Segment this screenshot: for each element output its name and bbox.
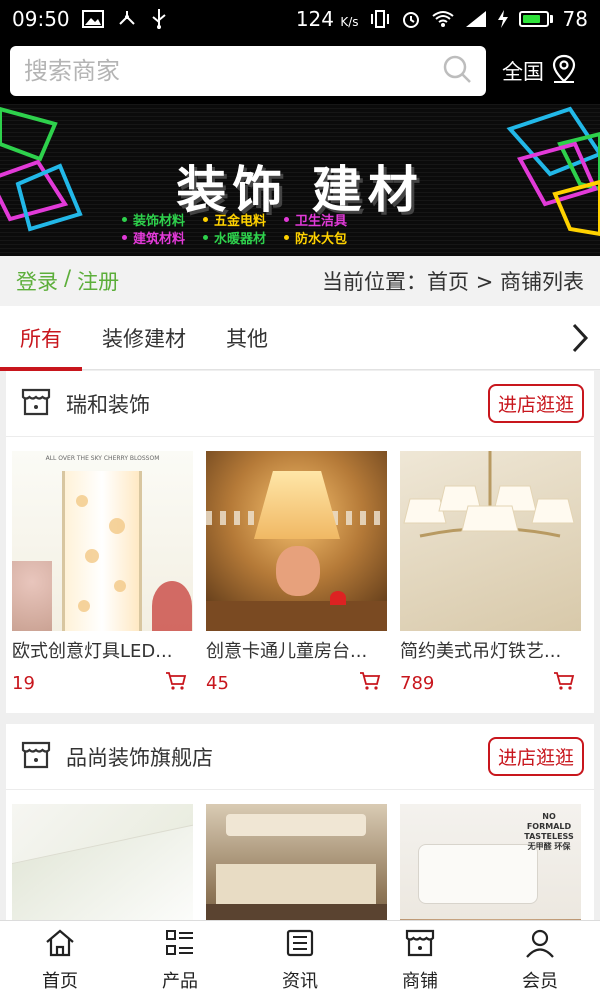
- product-item[interactable]: NO FORMALD TASTELESS 无甲醛 环保: [400, 804, 581, 920]
- product-image-caption: NO FORMALD TASTELESS 无甲醛 环保: [524, 812, 574, 851]
- tab-other[interactable]: 其他: [206, 306, 288, 370]
- current-position: 当前位置：首页 > 商铺列表: [322, 270, 584, 294]
- store-name: 品尚装饰旗舰店: [66, 745, 213, 770]
- banner-tag-row-2: 建筑材料 水暖器材 防水大包: [122, 228, 347, 247]
- vibrate-icon: [369, 9, 391, 29]
- wifi-icon: [431, 10, 455, 28]
- search-header: 全国: [0, 38, 600, 104]
- login-separator: /: [64, 266, 72, 290]
- store-card: 瑞和装饰 进店逛逛 ALL OVER THE SKY CHERRY BLOSSO…: [6, 371, 594, 713]
- register-link[interactable]: 注册: [77, 266, 119, 296]
- banner-tag: 水暖器材: [203, 228, 266, 247]
- status-time: 09:50: [12, 7, 70, 31]
- search-input[interactable]: [24, 57, 442, 85]
- nav-products[interactable]: 产品: [120, 921, 240, 1000]
- nav-stores[interactable]: 商铺: [360, 921, 480, 1000]
- product-image[interactable]: [400, 451, 581, 631]
- news-icon: [284, 928, 316, 963]
- bottom-nav: 首页 产品 资讯 商铺 会员: [0, 920, 600, 1000]
- product-image[interactable]: [206, 804, 387, 920]
- search-box[interactable]: [10, 46, 486, 96]
- product-image[interactable]: NO FORMALD TASTELESS 无甲醛 环保: [400, 804, 581, 920]
- location-pin-icon: [550, 54, 578, 89]
- store-icon: [20, 740, 52, 774]
- store-list: 瑞和装饰 进店逛逛 ALL OVER THE SKY CHERRY BLOSSO…: [0, 371, 600, 920]
- store-icon: [404, 928, 436, 963]
- store-card: 品尚装饰旗舰店 进店逛逛 NO FORMALD TASTELESS 无甲醛 环保: [6, 724, 594, 920]
- store-name: 瑞和装饰: [66, 392, 150, 417]
- product-item[interactable]: [12, 804, 193, 920]
- product-image-caption: ALL OVER THE SKY CHERRY BLOSSOM: [45, 455, 160, 462]
- chevron-right-icon[interactable]: [560, 306, 600, 370]
- product-item[interactable]: 简约美式吊灯铁艺... 789: [400, 451, 581, 695]
- login-register: 登录 / 注册: [16, 266, 119, 296]
- visit-store-button[interactable]: 进店逛逛: [487, 737, 584, 776]
- product-image[interactable]: [12, 804, 193, 920]
- user-icon: [524, 928, 556, 963]
- store-header[interactable]: 瑞和装饰 进店逛逛: [6, 371, 594, 437]
- image-icon: [81, 10, 104, 28]
- cart-icon[interactable]: [359, 671, 381, 695]
- status-bar: 09:50 124 K/s 78: [0, 0, 600, 38]
- product-item[interactable]: ALL OVER THE SKY CHERRY BLOSSOM 欧式创意灯具LE…: [12, 451, 193, 695]
- banner-tag-row-1: 装饰材料 五金电料 卫生洁具: [122, 210, 347, 229]
- banner-tag: 卫生洁具: [284, 210, 347, 229]
- nav-home-label: 首页: [42, 971, 78, 992]
- promo-banner[interactable]: 装饰 建材 装饰材料 五金电料 卫生洁具 建筑材料 水暖器材 防水大包: [0, 104, 600, 256]
- region-selector[interactable]: 全国: [502, 54, 578, 89]
- tab-decoration-materials[interactable]: 装修建材: [82, 306, 206, 370]
- store-header[interactable]: 品尚装饰旗舰店 进店逛逛: [6, 724, 594, 790]
- product-item[interactable]: 创意卡通儿童房台... 45: [206, 451, 387, 695]
- product-price: 19: [12, 672, 35, 694]
- banner-tag: 建筑材料: [122, 228, 185, 247]
- battery-percent: 78: [562, 7, 588, 31]
- product-image[interactable]: ALL OVER THE SKY CHERRY BLOSSOM: [12, 451, 193, 631]
- charging-icon: [497, 9, 509, 29]
- nav-stores-label: 商铺: [402, 971, 438, 992]
- nav-news[interactable]: 资讯: [240, 921, 360, 1000]
- grid-list-icon: [164, 928, 196, 963]
- breadcrumb: 登录 / 注册 当前位置：首页 > 商铺列表: [0, 256, 600, 306]
- nav-member[interactable]: 会员: [480, 921, 600, 1000]
- nav-member-label: 会员: [522, 971, 558, 992]
- nav-home[interactable]: 首页: [0, 921, 120, 1000]
- banner-tag: 五金电料: [203, 210, 266, 229]
- usb-icon: [150, 8, 168, 30]
- product-image[interactable]: [206, 451, 387, 631]
- product-title: 简约美式吊灯铁艺...: [400, 641, 562, 662]
- store-icon: [20, 387, 52, 421]
- cart-icon[interactable]: [553, 671, 575, 695]
- search-icon[interactable]: [442, 54, 472, 88]
- net-speed: 124 K/s: [295, 7, 359, 31]
- banner-tag: 防水大包: [284, 228, 347, 247]
- signal-icon: [465, 10, 487, 28]
- product-title: 创意卡通儿童房台...: [206, 641, 368, 662]
- nav-products-label: 产品: [162, 971, 198, 992]
- product-price: 789: [400, 672, 435, 694]
- category-tabs: 所有 装修建材 其他: [0, 306, 600, 371]
- banner-tag: 装饰材料: [122, 210, 185, 229]
- battery-icon: [518, 11, 553, 27]
- product-title: 欧式创意灯具LED...: [12, 641, 173, 662]
- alarm-icon: [401, 9, 421, 29]
- tab-all[interactable]: 所有: [0, 306, 82, 371]
- home-icon: [44, 928, 76, 963]
- nav-news-label: 资讯: [282, 971, 318, 992]
- product-price: 45: [206, 672, 229, 694]
- visit-store-button[interactable]: 进店逛逛: [487, 384, 584, 423]
- cart-icon[interactable]: [165, 671, 187, 695]
- share-icon: [116, 9, 138, 29]
- login-link[interactable]: 登录: [16, 266, 58, 296]
- region-label: 全国: [502, 60, 544, 84]
- product-item[interactable]: [206, 804, 387, 920]
